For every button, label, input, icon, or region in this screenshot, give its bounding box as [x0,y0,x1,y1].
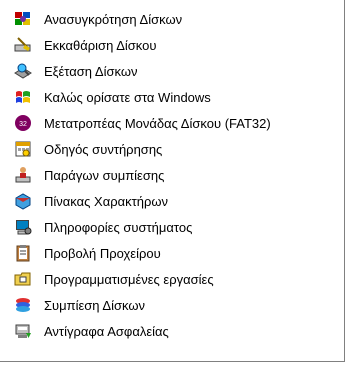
fat32-converter-icon: 32 [14,114,32,132]
system-tools-menu: Ανασυγκρότηση Δίσκων Εκκαθάριση Δίσκου Ε… [0,0,345,362]
menu-item-label: Προγραμματισμένες εργασίες [44,271,214,287]
menu-item-label: Εκκαθάριση Δίσκου [44,37,157,53]
system-information-icon [14,218,32,236]
backup-icon [14,322,32,340]
menu-item-label: Παράγων συμπίεσης [44,167,165,183]
character-map-icon [14,192,32,210]
menu-item-disk-defragmenter[interactable]: Ανασυγκρότηση Δίσκων [0,6,344,32]
menu-item-maintenance-wizard[interactable]: Οδηγός συντήρησης [0,136,344,162]
menu-item-label: Καλώς ορίσατε στα Windows [44,89,211,105]
menu-item-scandisk[interactable]: Εξέταση Δίσκων [0,58,344,84]
disk-defragmenter-icon [14,10,32,28]
menu-item-label: Συμπίεση Δίσκων [44,297,146,313]
disk-cleanup-icon [14,36,32,54]
menu-item-welcome-windows[interactable]: Καλώς ορίσατε στα Windows [0,84,344,110]
clipboard-viewer-icon [14,244,32,262]
menu-item-label: Πίνακας Χαρακτήρων [44,193,169,209]
menu-item-scheduled-tasks[interactable]: Προγραμματισμένες εργασίες [0,266,344,292]
menu-item-label: Ανασυγκρότηση Δίσκων [44,11,183,27]
menu-item-clipboard-viewer[interactable]: Προβολή Προχείρου [0,240,344,266]
menu-item-backup[interactable]: Αντίγραφα Ασφαλείας [0,318,344,344]
menu-item-disk-cleanup[interactable]: Εκκαθάριση Δίσκου [0,32,344,58]
welcome-windows-icon [14,88,32,106]
menu-item-label: Μετατροπέας Μονάδας Δίσκου (FAT32) [44,115,271,131]
menu-item-fat32-converter[interactable]: 32 Μετατροπέας Μονάδας Δίσκου (FAT32) [0,110,344,136]
menu-item-character-map[interactable]: Πίνακας Χαρακτήρων [0,188,344,214]
maintenance-wizard-icon [14,140,32,158]
compression-agent-icon [14,166,32,184]
menu-item-compression-agent[interactable]: Παράγων συμπίεσης [0,162,344,188]
menu-item-label: Αντίγραφα Ασφαλείας [44,323,169,339]
menu-item-label: Προβολή Προχείρου [44,245,161,261]
menu-item-drivespace[interactable]: Συμπίεση Δίσκων [0,292,344,318]
menu-item-system-information[interactable]: Πληροφορίες συστήματος [0,214,344,240]
menu-item-label: Πληροφορίες συστήματος [44,219,193,235]
scheduled-tasks-icon [14,270,32,288]
drivespace-icon [14,296,32,314]
svg-text:32: 32 [19,121,27,128]
menu-item-label: Οδηγός συντήρησης [44,141,163,157]
scandisk-icon [14,62,32,80]
menu-item-label: Εξέταση Δίσκων [44,63,138,79]
